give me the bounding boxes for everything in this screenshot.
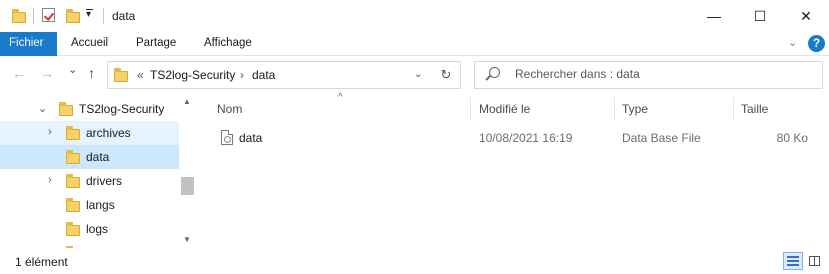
column-header-modified[interactable]: Modifié le [479,97,530,123]
recent-locations-chevron-icon[interactable]: ⌄ [68,63,77,76]
new-folder-icon[interactable] [66,8,80,23]
folder-icon [66,150,80,164]
status-bar: 1 élément [0,250,829,274]
file-size: 80 Ko [776,131,808,145]
tree-item-label: langs [86,198,115,212]
large-icons-view-icon [809,256,820,266]
tree-item-label: data [86,150,110,164]
tab-fichier[interactable]: Fichier [0,32,57,56]
tree-item-partial[interactable] [0,241,179,248]
tree-item-data[interactable]: data [0,145,179,169]
sort-ascending-icon: ^ [338,92,343,103]
breadcrumb-separator-icon[interactable]: › [240,68,244,82]
ribbon-tabs: Fichier Accueil Partage Affichage ⌄ ? [0,32,829,56]
search-icon [489,67,500,78]
address-history-chevron-icon[interactable]: ⌄ [414,69,422,80]
large-icons-view-button[interactable] [805,252,825,270]
tree-item-langs[interactable]: langs [0,193,179,217]
file-type: Data Base File [622,131,701,145]
column-divider[interactable] [733,97,734,121]
minimize-button[interactable]: — [691,0,737,32]
folder-icon [114,68,128,82]
tab-partage[interactable]: Partage [126,32,186,56]
breadcrumb-data[interactable]: data [252,68,275,82]
file-name: data [239,131,263,145]
details-view-icon [787,256,799,266]
folder-icon [66,198,80,212]
forward-arrow-icon[interactable]: → [40,65,54,81]
folder-icon [66,222,80,236]
tree-item-logs[interactable]: logs [0,217,179,241]
column-divider[interactable] [614,97,615,121]
navigation-pane: ⌄ TS2log-Security › archives data › driv… [0,93,196,248]
folder-icon [66,126,80,140]
file-row[interactable]: data 10/08/2021 16:19 Data Base File 80 … [208,126,820,150]
folder-icon [12,8,26,23]
breadcrumb-overflow-icon[interactable]: « [137,68,144,82]
expand-chevron-icon[interactable]: › [48,126,52,138]
divider [103,8,104,24]
tree-item-label: archives [86,126,131,140]
maximize-button[interactable]: ☐ [737,0,783,32]
database-file-icon [221,130,233,145]
properties-check-icon[interactable] [42,8,55,22]
breadcrumb-ts2log-security[interactable]: TS2log-Security [150,68,235,82]
tree-item-archives[interactable]: › archives [0,121,179,145]
expand-ribbon-icon[interactable]: ⌄ [788,36,797,49]
scroll-down-icon[interactable]: ▼ [183,235,191,244]
help-icon[interactable]: ? [808,35,825,52]
divider [33,8,34,24]
column-header-type[interactable]: Type [622,97,648,123]
tree-item-label: logs [86,222,109,236]
search-input[interactable] [515,67,795,81]
up-arrow-icon[interactable]: ↑ [88,65,95,81]
details-view-button[interactable] [783,252,803,270]
tab-affichage[interactable]: Affichage [194,32,262,56]
back-arrow-icon[interactable]: ← [12,65,26,81]
expand-chevron-icon[interactable]: › [48,174,52,186]
tab-accueil[interactable]: Accueil [61,32,118,56]
close-button[interactable]: ✕ [783,0,829,32]
window-title: data [112,9,136,23]
column-header-size[interactable]: Taille [741,97,768,123]
refresh-button[interactable]: ↻ [432,61,461,89]
navigation-scrollbar[interactable]: ▲ ▼ [179,93,196,248]
scroll-up-icon[interactable]: ▲ [183,97,191,106]
search-box[interactable] [474,61,823,89]
title-bar: ▾ data — ☐ ✕ [0,0,829,32]
tree-item-drivers[interactable]: › drivers [0,169,179,193]
folder-icon [59,102,73,116]
scrollbar-thumb[interactable] [181,177,194,195]
collapse-chevron-icon[interactable]: ⌄ [38,102,47,115]
quick-access-dropdown-icon[interactable]: ▾ [86,9,94,20]
tree-item-label: TS2log-Security [79,102,165,116]
tree-item-label: drivers [86,174,123,188]
folder-icon [66,174,80,188]
column-header-name[interactable]: Nom [217,97,242,123]
item-count: 1 élément [15,255,68,269]
address-bar[interactable]: « TS2log-Security › data ⌄ [107,61,461,89]
column-divider[interactable] [470,97,471,121]
file-modified: 10/08/2021 16:19 [479,131,573,145]
navigation-bar: ← → ⌄ ↑ « TS2log-Security › data ⌄ ↻ [0,57,829,93]
tree-item-ts2log-security[interactable]: ⌄ TS2log-Security [0,97,179,121]
